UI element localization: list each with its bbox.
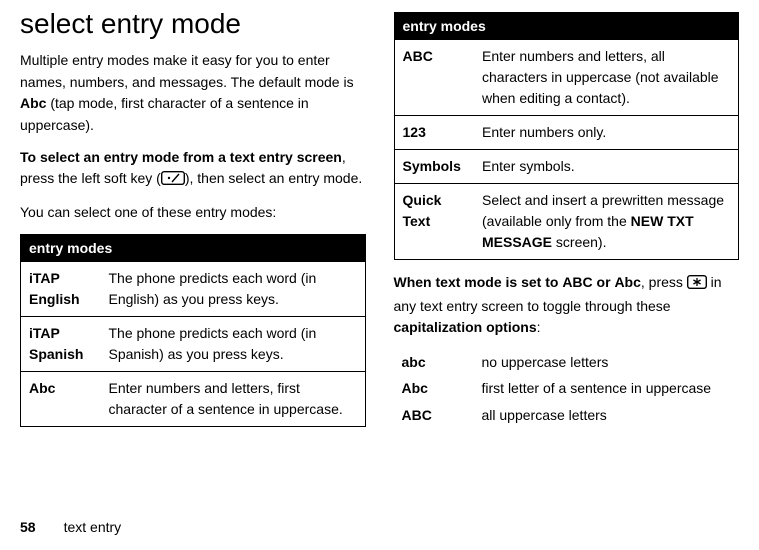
mode-name: Abc [394,375,474,401]
text-bold: To select an entry mode from a text entr… [20,149,342,165]
mode-desc: Enter numbers and letters, first charact… [101,371,366,426]
mode-desc: all uppercase letters [474,402,740,428]
right-column: entry modes ABC Enter numbers and letter… [394,8,740,428]
table-row: iTAP Spanish The phone predicts each wor… [21,316,366,371]
capitalization-options: abc no uppercase letters Abc first lette… [394,349,740,428]
table-row: iTAP English The phone predicts each wor… [21,261,366,316]
toggle-paragraph: When text mode is set to ABC or Abc, pre… [394,272,740,339]
mode-desc: Enter symbols. [474,150,739,184]
mode-desc: The phone predicts each word (in Spanish… [101,316,366,371]
intro-paragraph-2: To select an entry mode from a text entr… [20,147,366,192]
mode-label: ABC [562,274,592,290]
mode-desc: Enter numbers and letters, all character… [474,40,739,116]
page-footer: 58 text entry [20,519,121,535]
section-name: text entry [64,519,122,535]
mode-name: ABC [394,402,474,428]
mode-name: ABC [394,40,474,116]
entry-modes-table-left: entry modes iTAP English The phone predi… [20,234,366,427]
mode-name: Quick Text [394,184,474,260]
mode-name: Abc [21,371,101,426]
text: ), then select an entry mode. [185,170,362,186]
table-row: Abc Enter numbers and letters, first cha… [21,371,366,426]
mode-name: iTAP Spanish [21,316,101,371]
text: screen). [552,234,606,250]
text: (tap mode, first character of a sentence… [20,95,309,133]
intro-paragraph-3: You can select one of these entry modes: [20,202,366,224]
text-bold: capitalization options [394,319,537,335]
table-row: Quick Text Select and insert a prewritte… [394,184,739,260]
mode-desc: The phone predicts each word (in English… [101,261,366,316]
star-key-icon [687,274,707,296]
mode-desc: first letter of a sentence in uppercase [474,375,740,401]
table-row: 123 Enter numbers only. [394,116,739,150]
table-header: entry modes [394,13,739,40]
table-row: Abc first letter of a sentence in upperc… [394,375,740,401]
mode-name: iTAP English [21,261,101,316]
soft-key-icon [161,170,185,192]
page-number: 58 [20,519,36,535]
page-title: select entry mode [20,8,366,40]
mode-name: Symbols [394,150,474,184]
text-bold: or [593,274,615,290]
mode-label: Abc [614,274,640,290]
mode-desc: Enter numbers only. [474,116,739,150]
left-column: select entry mode Multiple entry modes m… [20,8,366,428]
mode-desc: no uppercase letters [474,349,740,375]
page-content: select entry mode Multiple entry modes m… [0,0,759,428]
mode-desc: Select and insert a prewritten message (… [474,184,739,260]
text: : [537,319,541,335]
mode-label: Abc [20,95,46,111]
text: Multiple entry modes make it easy for yo… [20,52,354,90]
table-header: entry modes [21,234,366,261]
mode-name: 123 [394,116,474,150]
intro-paragraph-1: Multiple entry modes make it easy for yo… [20,50,366,137]
table-row: ABC Enter numbers and letters, all chara… [394,40,739,116]
text: , press [641,274,687,290]
text-bold: When text mode is set to [394,274,563,290]
table-row: abc no uppercase letters [394,349,740,375]
entry-modes-table-right: entry modes ABC Enter numbers and letter… [394,12,740,260]
table-row: Symbols Enter symbols. [394,150,739,184]
mode-name: abc [394,349,474,375]
table-row: ABC all uppercase letters [394,402,740,428]
